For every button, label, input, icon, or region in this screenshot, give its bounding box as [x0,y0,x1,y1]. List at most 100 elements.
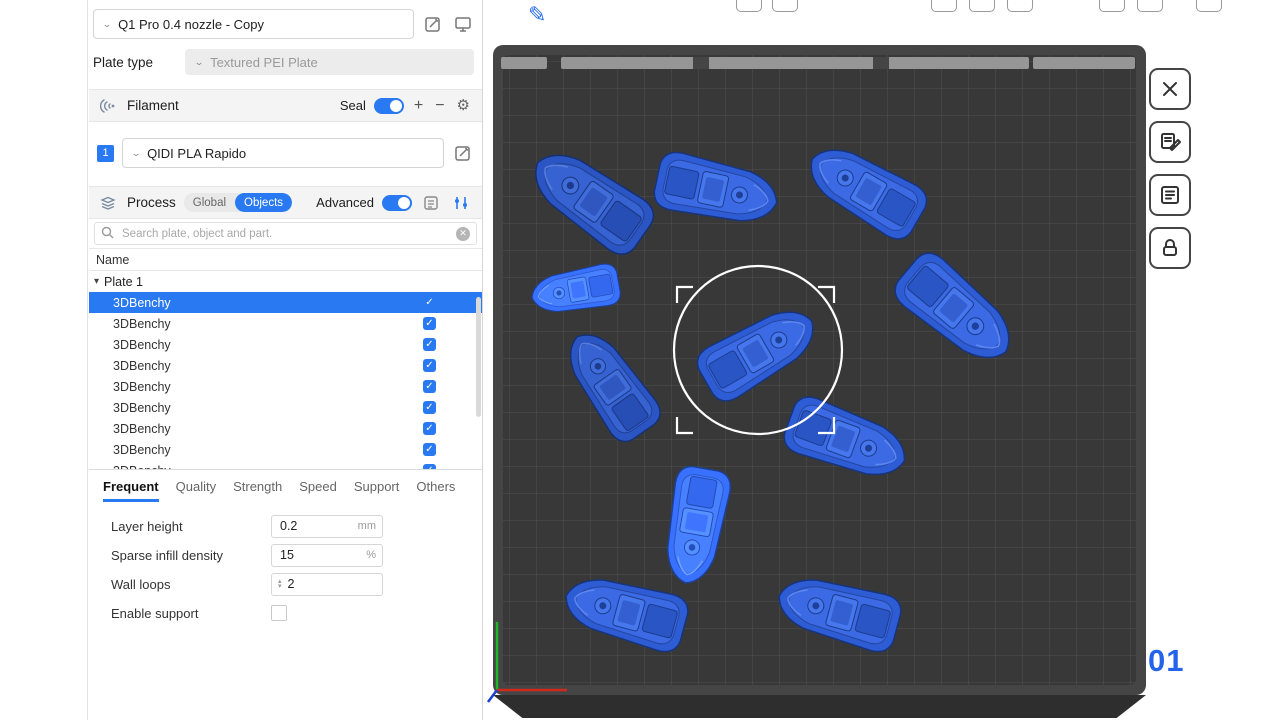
preset-list-icon[interactable] [420,192,442,214]
object-name: 3DBenchy [113,380,171,394]
printer-display-icon[interactable] [452,13,474,35]
param-input-box[interactable]: % [271,544,383,567]
object-name: 3DBenchy [113,401,171,415]
toolbar-icon-partial[interactable] [1137,0,1163,12]
add-filament-button[interactable]: + [412,98,425,114]
toolbar-icon-partial[interactable] [1099,0,1125,12]
param-row: Wall loops ▴▾ [111,572,482,596]
list-item[interactable]: 3DBenchy ✓ [89,313,482,334]
visibility-checkbox[interactable]: ✓ [423,317,436,330]
toolbar-icon-partial[interactable] [969,0,995,12]
param-input[interactable] [278,518,340,534]
tab-frequent[interactable]: Frequent [103,479,159,502]
printer-row: ⌄ Q1 Pro 0.4 nozzle - Copy [89,0,482,47]
param-input-box[interactable]: mm [271,515,383,538]
edit-filament-icon[interactable] [452,142,474,164]
advanced-toggle[interactable] [382,195,412,211]
visibility-checkbox[interactable]: ✓ [423,359,436,372]
close-button[interactable] [1149,68,1191,110]
caret-down-icon[interactable]: ▾ [94,276,99,287]
list-item[interactable]: 3DBenchy ✓ [89,460,482,469]
object-name: 3DBenchy [113,317,171,331]
visibility-checkbox[interactable]: ✓ [423,443,436,456]
param-label: Wall loops [111,577,271,592]
list-item[interactable]: 3DBenchy ✓ [89,439,482,460]
viewport-3d[interactable]: ✎ [484,0,1280,720]
tab-support[interactable]: Support [354,479,400,502]
plate-type-value: Textured PEI Plate [210,55,318,70]
object-name: 3DBenchy [113,443,171,457]
list-item[interactable]: 3DBenchy ✓ [89,376,482,397]
object-name: 3DBenchy [113,464,171,470]
build-plate[interactable] [493,45,1146,695]
object-name: 3DBenchy [113,359,171,373]
list-item[interactable]: 3DBenchy ✓ [89,355,482,376]
param-row: Layer heightmm [111,514,482,538]
process-section-header: Process Global Objects Advanced [89,186,482,219]
scope-objects[interactable]: Objects [235,193,292,212]
tree-plate-row[interactable]: ▾ Plate 1 [89,271,482,292]
filament-settings-icon[interactable]: ⚙ [455,98,472,113]
printer-select[interactable]: ⌄ Q1 Pro 0.4 nozzle - Copy [93,9,414,39]
visibility-checkbox[interactable]: ✓ [423,422,436,435]
auto-orient-button[interactable] [1149,121,1191,163]
toolbar-icon-partial[interactable] [1196,0,1222,12]
chevron-down-icon: ⌄ [131,149,141,158]
list-item[interactable]: 3DBenchy ✓ [89,418,482,439]
filament-select[interactable]: ⌄ QIDI PLA Rapido [122,138,444,168]
process-scope-switch: Global Objects [184,193,292,212]
toolbar-icon-partial[interactable] [931,0,957,12]
param-input[interactable] [278,547,340,563]
visibility-checkbox[interactable]: ✓ [423,380,436,393]
list-item[interactable]: 3DBenchy ✓ [89,292,482,313]
process-title: Process [127,195,176,210]
process-tabs: Frequent Quality Strength Speed Support Other… [89,469,482,502]
search-input[interactable] [120,227,450,241]
tab-speed[interactable]: Speed [299,479,337,502]
seal-toggle[interactable] [374,98,404,114]
plate-settings-button[interactable] [1149,174,1191,216]
visibility-checkbox[interactable]: ✓ [423,401,436,414]
toolbar-icon-partial[interactable] [1007,0,1033,12]
edit-preset-icon[interactable] [422,13,444,35]
edit-plate-icon[interactable]: ✎ [528,2,546,28]
remove-filament-button[interactable]: − [433,98,446,114]
tab-others[interactable]: Others [416,479,455,502]
filament-slot-badge[interactable]: 1 [97,145,114,162]
param-unit: % [366,549,376,561]
lock-plate-button[interactable] [1149,227,1191,269]
printer-name: Q1 Pro 0.4 nozzle - Copy [118,17,264,32]
param-input[interactable] [286,576,348,592]
spinner-arrows[interactable]: ▴▾ [278,579,282,589]
toolbar-icon-partial[interactable] [736,0,762,12]
object-name: 3DBenchy [113,296,171,310]
plate-number-label: 01 [1148,643,1184,679]
object-name: 3DBenchy [113,422,171,436]
compare-presets-icon[interactable] [450,192,472,214]
visibility-checkbox[interactable]: ✓ [423,464,436,469]
visibility-checkbox[interactable]: ✓ [423,296,436,309]
toolbar-icon-partial[interactable] [772,0,798,12]
build-plate-grid [503,55,1136,685]
filament-section-header: Filament Seal + − ⚙ [89,89,482,122]
visibility-checkbox[interactable]: ✓ [423,338,436,351]
plate-ruler-segment [501,57,547,69]
plate-type-select[interactable]: ⌄ Textured PEI Plate [185,49,474,75]
app-root: ⌄ Q1 Pro 0.4 nozzle - Copy Plate type ⌄ … [0,0,1280,720]
list-item[interactable]: 3DBenchy✓ [89,334,482,355]
tree-scrollbar[interactable] [476,297,481,417]
filament-icon [97,95,119,117]
tab-strength[interactable]: Strength [233,479,282,502]
filament-title: Filament [127,98,179,113]
clear-search-icon[interactable]: ✕ [456,227,470,241]
param-label: Sparse infill density [111,548,271,563]
tree-header-name: Name [96,253,129,267]
scope-global[interactable]: Global [184,193,235,212]
object-tree: Name ▾ Plate 1 3DBenchy ✓ 3DBenchy ✓ 3DBench… [89,248,482,469]
list-item[interactable]: 3DBenchy ✓ [89,397,482,418]
param-input-box[interactable]: ▴▾ [271,573,383,596]
tab-quality[interactable]: Quality [176,479,216,502]
plate-ruler-segment [561,57,1029,69]
seal-label: Seal [340,98,366,113]
support-checkbox[interactable] [271,605,287,621]
